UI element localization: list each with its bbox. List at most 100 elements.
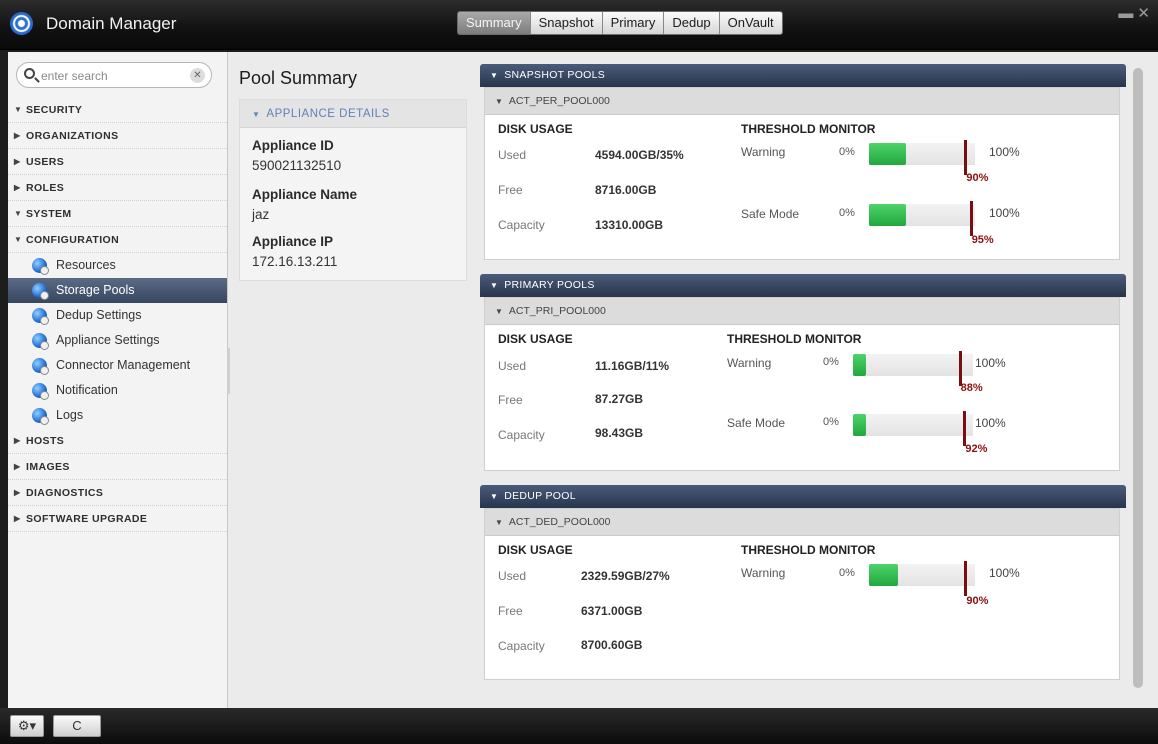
threshold-monitor-title: THRESHOLD MONITOR <box>741 543 876 557</box>
title-bar: Domain Manager Summary Snapshot Primary … <box>0 0 1158 50</box>
nav-software-upgrade[interactable]: ▶ SOFTWARE UPGRADE <box>8 506 227 532</box>
tab-primary[interactable]: Primary <box>602 12 665 34</box>
sidebar-item-label: Notification <box>56 383 118 397</box>
appliance-details-title: APPLIANCE DETAILS <box>266 108 390 120</box>
nav-label: DIAGNOSTICS <box>26 487 104 499</box>
safe-mode-threshold-marker <box>963 411 967 446</box>
panel-splitter[interactable] <box>227 348 230 394</box>
sidebar-item-dedup-settings[interactable]: Dedup Settings <box>8 303 227 328</box>
caret-down-icon: ▼ <box>252 110 261 119</box>
sidebar-item-connector-management[interactable]: Connector Management <box>8 353 227 378</box>
nav-label: USERS <box>26 156 65 168</box>
safe-mode-usage-fill <box>853 414 867 436</box>
tab-dedup[interactable]: Dedup <box>664 12 720 34</box>
section-title: DEDUP POOL <box>504 490 576 502</box>
caret-right-icon: ▶ <box>14 514 21 523</box>
warning-threshold-value: 90% <box>966 595 989 607</box>
app-title: Domain Manager <box>46 14 177 33</box>
pool-name: ACT_PRI_POOL000 <box>508 305 606 317</box>
primary-pools-header[interactable]: ▼ PRIMARY POOLS <box>480 274 1126 297</box>
vertical-scrollbar[interactable] <box>1133 68 1143 688</box>
warning-threshold-marker <box>958 351 962 386</box>
sidebar-item-resources[interactable]: Resources <box>8 253 227 278</box>
nav-diagnostics[interactable]: ▶ DIAGNOSTICS <box>8 480 227 506</box>
caret-right-icon: ▶ <box>14 131 21 140</box>
warning-label: Warning <box>741 145 786 159</box>
pool-name-header[interactable]: ▼ ACT_PRI_POOL000 <box>485 298 1119 325</box>
view-tabs: Summary Snapshot Primary Dedup OnVault <box>457 11 783 35</box>
capacity-value: 98.43GB <box>595 426 644 440</box>
caret-right-icon: ▶ <box>14 488 21 497</box>
globe-icon <box>32 408 49 425</box>
nav-organizations[interactable]: ▶ ORGANIZATIONS <box>8 123 227 149</box>
window-controls: ▬ ✕ <box>1114 4 1150 22</box>
sidebar: ✕ ▼SECURITY ▶ORGANIZATIONS ▶USERS ▶ROLES… <box>8 52 228 708</box>
caret-down-icon: ▼ <box>490 492 499 501</box>
nav-label: SECURITY <box>26 104 83 116</box>
search-icon <box>24 68 35 79</box>
dedup-pool-header[interactable]: ▼ DEDUP POOL <box>480 485 1126 508</box>
minimize-icon[interactable]: ▬ <box>1118 5 1133 22</box>
capacity-value: 8700.60GB <box>581 638 643 652</box>
caret-down-icon: ▼ <box>14 105 23 114</box>
nav-tree: ▼ SECURITY ▶ ORGANIZATIONS ▶ USERS ▶ ROLES ▼… <box>8 97 227 532</box>
sidebar-item-notification[interactable]: Notification <box>8 378 227 403</box>
tab-onvault[interactable]: OnVault <box>719 12 782 34</box>
caret-right-icon: ▶ <box>14 462 21 471</box>
settings-menu-button[interactable]: ⚙▾ <box>10 715 44 737</box>
refresh-button[interactable]: C <box>53 715 101 737</box>
caret-down-icon: ▼ <box>490 71 499 80</box>
pool-name: ACT_PER_POOL000 <box>508 95 610 107</box>
nav-security[interactable]: ▼ SECURITY <box>8 97 227 123</box>
nav-hosts[interactable]: ▶ HOSTS <box>8 428 227 454</box>
search-input[interactable] <box>41 67 181 84</box>
hundred-percent-label: 100% <box>989 145 1020 159</box>
dedup-pool-section: ▼ DEDUP POOL ▼ ACT_DED_POOL000 DISK USAGE … <box>480 485 1126 683</box>
pool-card: ▼ ACT_DED_POOL000 DISK USAGE THRESHOLD MO… <box>484 508 1120 680</box>
warning-usage-fill <box>869 143 907 165</box>
tab-summary[interactable]: Summary <box>458 12 531 34</box>
nav-users[interactable]: ▶ USERS <box>8 149 227 175</box>
tab-snapshot[interactable]: Snapshot <box>530 12 603 34</box>
sidebar-item-label: Resources <box>56 258 116 272</box>
safe-mode-threshold-value: 95% <box>971 234 994 246</box>
safe-mode-threshold-bar <box>853 411 973 446</box>
hundred-percent-label: 100% <box>975 416 1006 430</box>
close-icon[interactable]: ✕ <box>1137 5 1150 22</box>
snapshot-pools-header[interactable]: ▼ SNAPSHOT POOLS <box>480 64 1126 87</box>
globe-icon <box>32 383 49 400</box>
nav-roles[interactable]: ▶ ROLES <box>8 175 227 201</box>
main-window: ✕ ▼SECURITY ▶ORGANIZATIONS ▶USERS ▶ROLES… <box>8 52 1158 708</box>
clear-search-icon[interactable]: ✕ <box>190 68 205 83</box>
pool-summary-panel: Pool Summary ▼ APPLIANCE DETAILS Applianc… <box>239 68 475 281</box>
capacity-label: Capacity <box>498 428 545 442</box>
sidebar-item-logs[interactable]: Logs <box>8 403 227 428</box>
warning-threshold-value: 88% <box>960 382 983 394</box>
sidebar-item-appliance-settings[interactable]: Appliance Settings <box>8 328 227 353</box>
capacity-value: 13310.00GB <box>595 218 664 232</box>
safe-mode-usage-fill <box>869 204 907 226</box>
sidebar-item-storage-pools[interactable]: Storage Pools <box>8 278 227 303</box>
caret-down-icon: ▼ <box>495 307 503 316</box>
nav-images[interactable]: ▶ IMAGES <box>8 454 227 480</box>
appliance-ip-label: Appliance IP <box>252 234 334 249</box>
pool-name-header[interactable]: ▼ ACT_PER_POOL000 <box>485 88 1119 115</box>
appliance-name-value: jaz <box>252 207 270 222</box>
nav-system[interactable]: ▼ SYSTEM <box>8 201 227 227</box>
caret-down-icon: ▼ <box>495 518 503 527</box>
safe-mode-label: Safe Mode <box>741 207 800 221</box>
used-value: 2329.59GB/27% <box>581 569 670 583</box>
used-label: Used <box>498 148 527 162</box>
globe-icon <box>32 308 49 325</box>
caret-right-icon: ▶ <box>14 436 21 445</box>
search-box: ✕ <box>16 62 212 88</box>
appliance-details-header[interactable]: ▼ APPLIANCE DETAILS <box>240 100 466 128</box>
primary-pools-section: ▼ PRIMARY POOLS ▼ ACT_PRI_POOL000 DISK USA… <box>480 274 1126 472</box>
pool-name-header[interactable]: ▼ ACT_DED_POOL000 <box>485 509 1119 536</box>
pool-name: ACT_DED_POOL000 <box>508 516 611 528</box>
nav-configuration[interactable]: ▼ CONFIGURATION <box>8 227 227 253</box>
threshold-monitor-title: THRESHOLD MONITOR <box>741 122 876 136</box>
nav-label: HOSTS <box>26 435 65 447</box>
zero-percent-label: 0% <box>839 207 855 219</box>
snapshot-pools-section: ▼ SNAPSHOT POOLS ▼ ACT_PER_POOL000 DISK US… <box>480 64 1126 262</box>
